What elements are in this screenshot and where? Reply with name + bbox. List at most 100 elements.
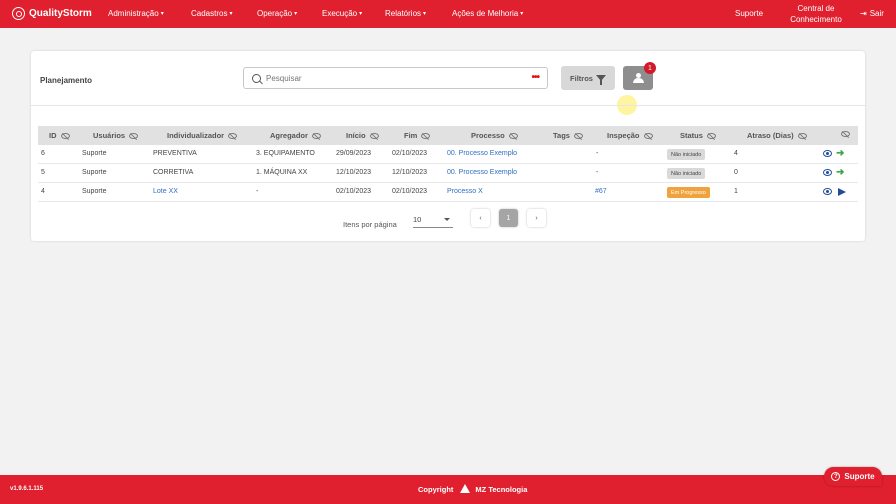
hide-column-icon[interactable] — [311, 132, 321, 139]
central-line2: Conhecimento — [790, 15, 842, 24]
caret-down-icon — [444, 218, 450, 221]
logo-text: QualityStorm — [29, 8, 92, 19]
cell-individualizador-link[interactable]: Lote XX — [153, 188, 178, 195]
cell-atraso: 0 — [734, 169, 738, 176]
more-options-icon[interactable]: ••• — [531, 72, 539, 83]
status-badge: Em Progresso — [667, 187, 710, 198]
nav-suporte[interactable]: Suporte — [735, 9, 763, 18]
notification-badge: 1 — [644, 62, 656, 74]
nav-administracao[interactable]: Administração ▾ — [108, 9, 164, 18]
search-icon — [252, 73, 261, 83]
planning-panel: Planejamento ••• Filtros 1 ID Usuários I… — [31, 51, 865, 241]
central-line1: Central de — [797, 4, 835, 13]
version-label: v1.9.6.1.115 — [10, 486, 44, 492]
cell-processo-link[interactable]: 00. Processo Exemplo — [447, 150, 517, 157]
mz-logo-icon — [460, 484, 471, 494]
page-title: Planejamento — [40, 76, 93, 85]
status-badge: Não iniciado — [667, 149, 706, 160]
cell-fim: 02/10/2023 — [392, 188, 428, 195]
cell-processo-link[interactable]: Processo X — [447, 188, 483, 195]
view-icon[interactable] — [823, 169, 832, 176]
hide-column-icon[interactable] — [643, 132, 653, 139]
hide-column-icon[interactable] — [369, 132, 379, 139]
col-fim[interactable]: Fim — [404, 131, 431, 140]
caret-down-icon: ▾ — [229, 11, 233, 17]
col-agregador[interactable]: Agregador — [270, 131, 321, 140]
table-row[interactable]: 6 Suporte PREVENTIVA 3. EQUIPAMENTO 29/0… — [38, 145, 858, 164]
col-atraso[interactable]: Atraso (Dias) — [747, 131, 807, 140]
search-input[interactable] — [266, 73, 516, 83]
caret-down-icon: ▾ — [359, 11, 363, 17]
filter-button[interactable]: Filtros — [561, 66, 615, 90]
view-icon[interactable] — [823, 150, 832, 157]
table-header: ID Usuários Individualizador Agregador I… — [38, 126, 858, 145]
help-icon: ? — [831, 472, 841, 481]
logout-label: Sair — [869, 9, 884, 18]
arrow-right-icon[interactable]: ➜ — [836, 168, 844, 178]
items-per-page-value: 10 — [413, 215, 422, 224]
cell-agregador: 3. EQUIPAMENTO — [256, 150, 315, 157]
nav-cadastros[interactable]: Cadastros ▾ — [191, 9, 232, 18]
nav-central-conhecimento[interactable]: Central de Conhecimento — [786, 3, 846, 25]
hide-column-icon[interactable] — [797, 132, 807, 139]
app-logo[interactable]: QualityStorm — [12, 7, 92, 20]
col-inicio[interactable]: Início — [346, 131, 379, 140]
col-label: Atraso (Dias) — [747, 131, 794, 140]
view-icon[interactable] — [823, 188, 832, 195]
col-status[interactable]: Status — [680, 131, 716, 140]
hide-column-icon[interactable] — [421, 132, 431, 139]
cell-inspecao-link[interactable]: #67 — [595, 188, 607, 195]
col-id[interactable]: ID — [49, 131, 70, 140]
cell-usuario: Suporte — [82, 188, 107, 195]
caret-down-icon: ▾ — [160, 11, 164, 17]
nav-label: Cadastros — [191, 9, 228, 18]
cell-usuario: Suporte — [82, 169, 107, 176]
col-actions[interactable] — [837, 131, 850, 137]
cell-usuario: Suporte — [82, 150, 107, 157]
nav-relatorios[interactable]: Relatórios ▾ — [385, 9, 426, 18]
hide-column-icon[interactable] — [706, 132, 716, 139]
cell-id: 4 — [41, 188, 45, 195]
support-chat-button[interactable]: ? Suporte — [824, 467, 882, 486]
play-icon[interactable] — [838, 188, 846, 196]
next-page-button[interactable]: › — [527, 209, 546, 227]
table-row[interactable]: 5 Suporte CORRETIVA 1. MÁQUINA XX 12/10/… — [38, 164, 858, 183]
top-navbar: QualityStorm Administração ▾ Cadastros ▾ O… — [0, 0, 896, 28]
hide-column-icon[interactable] — [573, 132, 583, 139]
nav-operacao[interactable]: Operação ▾ — [257, 9, 297, 18]
nav-acoes-de-melhoria[interactable]: Ações de Melhoria ▾ — [452, 9, 523, 18]
company-name: MZ Tecnologia — [475, 484, 528, 494]
cell-inicio: 12/10/2023 — [336, 169, 372, 176]
col-processo[interactable]: Processo — [471, 131, 518, 140]
col-label: Inspeção — [607, 131, 640, 140]
hide-column-icon[interactable] — [228, 132, 238, 139]
caret-down-icon: ▾ — [520, 11, 524, 17]
user-icon — [632, 73, 644, 83]
hide-column-icon[interactable] — [129, 132, 139, 139]
prev-page-button[interactable]: ‹ — [471, 209, 490, 227]
logout-button[interactable]: ⇥ Sair — [860, 9, 884, 18]
col-usuarios[interactable]: Usuários — [93, 131, 139, 140]
hide-column-icon[interactable] — [508, 132, 518, 139]
items-per-page-select[interactable]: 10 — [413, 212, 453, 228]
cell-individualizador: PREVENTIVA — [153, 150, 197, 157]
nav-label: Relatórios — [385, 9, 422, 18]
filter-icon — [595, 75, 606, 85]
col-label: Fim — [404, 131, 418, 140]
nav-label: Ações de Melhoria — [452, 9, 519, 18]
cell-atraso: 1 — [734, 188, 738, 195]
hide-column-icon[interactable] — [841, 131, 850, 137]
nav-execucao[interactable]: Execução ▾ — [322, 9, 362, 18]
page-1-button[interactable]: 1 — [499, 209, 518, 227]
cell-processo-link[interactable]: 00. Processo Exemplo — [447, 169, 517, 176]
cell-inicio: 29/09/2023 — [336, 150, 372, 157]
search-box[interactable]: ••• — [243, 67, 548, 89]
col-label: Usuários — [93, 131, 126, 140]
nav-label: Execução — [322, 9, 358, 18]
arrow-right-icon[interactable]: ➜ — [836, 149, 844, 159]
table-row[interactable]: 4 Suporte Lote XX - 02/10/2023 02/10/202… — [38, 183, 858, 202]
col-individualizador[interactable]: Individualizador — [167, 131, 238, 140]
col-inspecao[interactable]: Inspeção — [607, 131, 653, 140]
hide-column-icon[interactable] — [60, 132, 70, 139]
col-tags[interactable]: Tags — [553, 131, 583, 140]
